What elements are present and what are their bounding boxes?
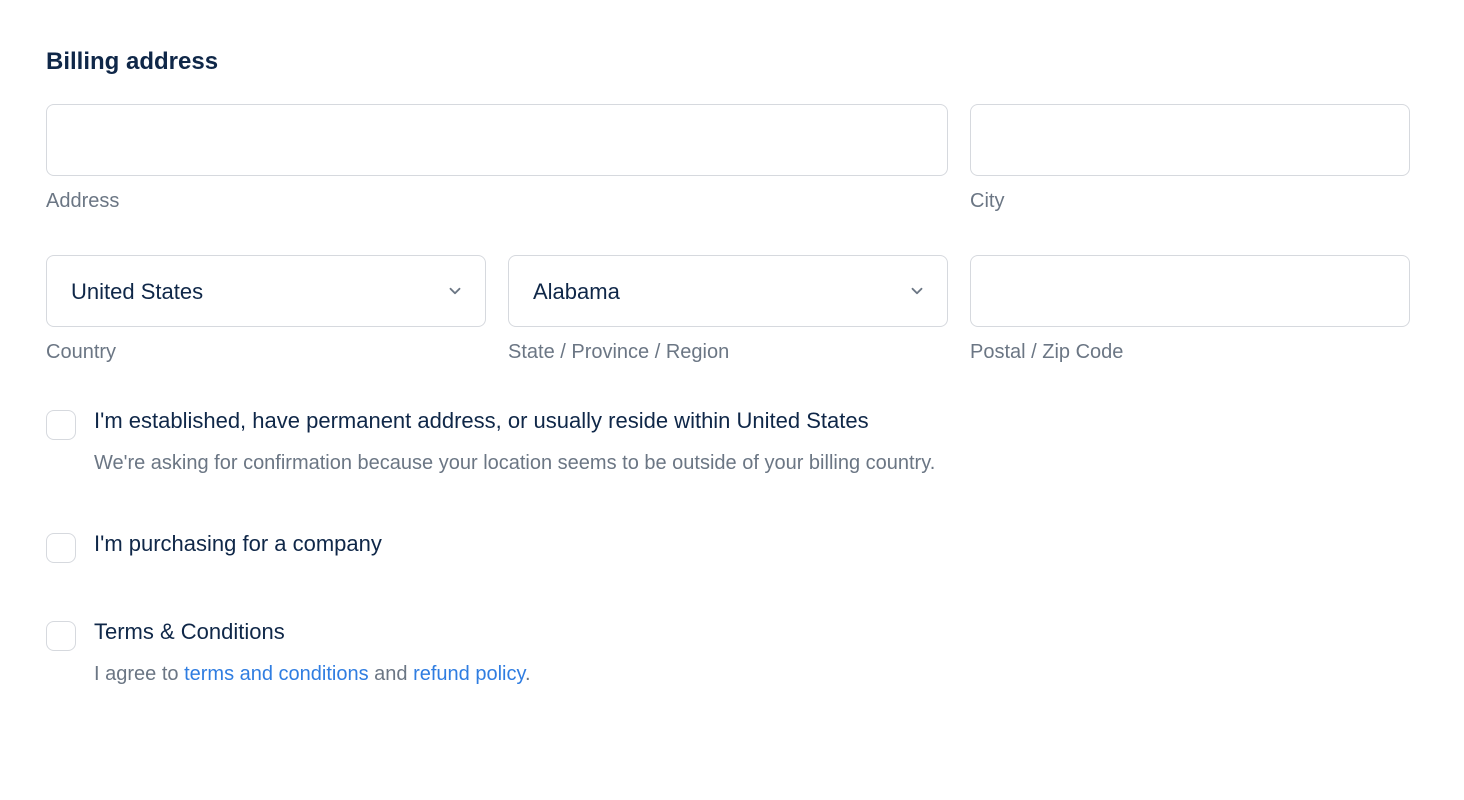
terms-prefix: I agree to bbox=[94, 663, 184, 685]
postal-field: Postal / Zip Code bbox=[970, 255, 1410, 364]
row-country-state-postal: United States Country Alabama State / Pr… bbox=[46, 255, 1418, 364]
address-label: Address bbox=[46, 190, 948, 213]
terms-check-sub: I agree to terms and conditions and refu… bbox=[94, 663, 531, 686]
state-label: State / Province / Region bbox=[508, 341, 948, 364]
terms-suffix: . bbox=[525, 663, 531, 685]
postal-input[interactable] bbox=[970, 255, 1410, 327]
address-input[interactable] bbox=[46, 104, 948, 176]
terms-link[interactable]: terms and conditions bbox=[184, 663, 369, 685]
row-address-city: Address City bbox=[46, 104, 1418, 213]
company-check-label: I'm purchasing for a company bbox=[94, 531, 382, 557]
city-label: City bbox=[970, 190, 1410, 213]
residency-check-sub: We're asking for confirmation because yo… bbox=[94, 452, 935, 475]
company-checkbox[interactable] bbox=[46, 533, 76, 563]
state-select[interactable]: Alabama bbox=[508, 255, 948, 327]
terms-check-row: Terms & Conditions I agree to terms and … bbox=[46, 619, 1418, 686]
country-field: United States Country bbox=[46, 255, 486, 364]
section-title: Billing address bbox=[46, 48, 1418, 76]
address-field: Address bbox=[46, 104, 948, 213]
country-select[interactable]: United States bbox=[46, 255, 486, 327]
residency-checkbox[interactable] bbox=[46, 410, 76, 440]
city-input[interactable] bbox=[970, 104, 1410, 176]
refund-policy-link[interactable]: refund policy bbox=[413, 663, 525, 685]
city-field: City bbox=[970, 104, 1410, 213]
terms-check-label: Terms & Conditions bbox=[94, 619, 531, 645]
terms-mid: and bbox=[369, 663, 413, 685]
residency-check-label: I'm established, have permanent address,… bbox=[94, 408, 935, 434]
terms-checkbox[interactable] bbox=[46, 621, 76, 651]
country-label: Country bbox=[46, 341, 486, 364]
state-field: Alabama State / Province / Region bbox=[508, 255, 948, 364]
checks-section: I'm established, have permanent address,… bbox=[46, 408, 1418, 686]
billing-address-form: Billing address Address City United Stat… bbox=[0, 0, 1464, 686]
postal-label: Postal / Zip Code bbox=[970, 341, 1410, 364]
company-check-row: I'm purchasing for a company bbox=[46, 531, 1418, 563]
residency-check-row: I'm established, have permanent address,… bbox=[46, 408, 1418, 475]
